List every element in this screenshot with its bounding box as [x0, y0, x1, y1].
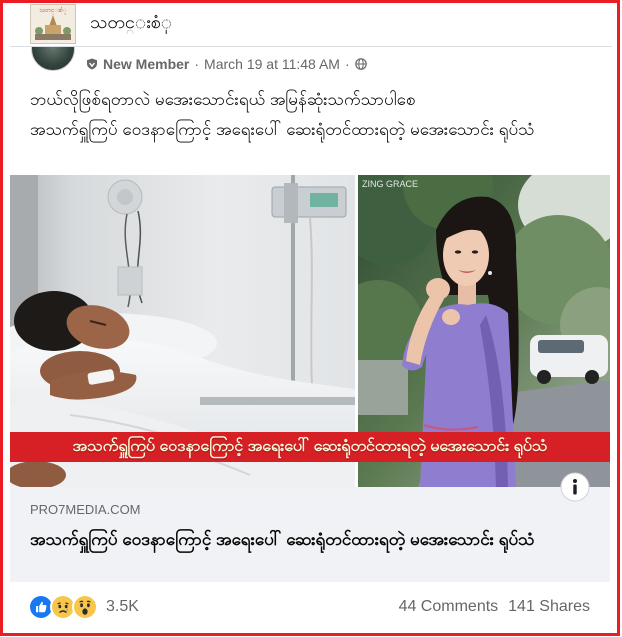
globe-icon	[354, 58, 367, 70]
post-media-link[interactable]: ZING GRACE အသက်ရှူကြပ် ဝေဒနာကြောင့် အရေး…	[10, 175, 610, 487]
car-window	[538, 340, 584, 353]
sad-icon	[52, 596, 74, 618]
author-avatar-frame	[30, 47, 76, 73]
bed-rail	[200, 397, 355, 405]
sad-icon-graphic	[52, 596, 74, 618]
logo-tree-left	[35, 27, 43, 35]
post-text-line: အသက်ရှူကြပ် ဝေဒနာကြောင့် အရေးပေါ် ဆေးရုံ…	[30, 120, 535, 139]
shares-count[interactable]: 141 Shares	[508, 597, 590, 617]
new-member-badge-icon	[87, 58, 97, 70]
page-logo-graphic: သတင္းစံု	[30, 4, 76, 44]
avatar[interactable]	[31, 47, 75, 71]
wow-icon	[74, 596, 96, 618]
like-icon	[30, 596, 52, 618]
header-divider	[10, 46, 612, 47]
reaction-count[interactable]: 3.5K	[106, 597, 139, 617]
logo-lettering: သတင္းစံု	[39, 7, 67, 15]
engagement-counts: 44 Comments 141 Shares	[399, 597, 590, 617]
link-title[interactable]: အသက်ရှူကြပ် ဝေဒနာကြောင့် အရေးပေါ် ဆေးရုံ…	[30, 528, 570, 574]
meta-separator: ·	[194, 56, 200, 72]
car-wheel	[585, 370, 599, 384]
wow-icon-graphic	[74, 596, 96, 618]
page-name[interactable]: သတင္းစံု	[90, 10, 172, 34]
new-member-badge-label: New Member	[103, 56, 190, 72]
media-caption-banner: အသက်ရှူကြပ် ဝေဒနာကြောင့် အရေးပေါ် ဆေးရုံ…	[10, 432, 610, 462]
info-icon-graphic	[560, 472, 590, 502]
logo-base	[35, 34, 71, 40]
photo-watermark: ZING GRACE	[362, 179, 418, 189]
meta-separator: ·	[344, 56, 350, 72]
post-text-line: ဘယ်လိုဖြစ်ရတာလဲ မအေးသောင်းရယ် အမြန်ဆုံးသ…	[30, 90, 416, 109]
woman-eye	[471, 250, 479, 254]
woman-earring	[488, 271, 492, 275]
wall-socket	[117, 266, 143, 296]
info-icon[interactable]	[560, 472, 590, 502]
woman-hand	[442, 309, 460, 325]
logo-tree-right	[63, 27, 71, 35]
post-timestamp[interactable]: March 19 at 11:48 AM	[204, 55, 340, 73]
reaction-icons[interactable]	[30, 596, 96, 618]
logo-pagoda-body	[45, 25, 61, 34]
comments-count[interactable]: 44 Comments	[399, 597, 499, 617]
link-domain: PRO7MEDIA.COM	[30, 502, 141, 517]
outlet-center	[117, 189, 133, 205]
background-vehicle	[358, 360, 408, 415]
like-icon-graphic	[30, 596, 52, 618]
woman-fist	[426, 278, 450, 300]
iv-pump-screen	[310, 193, 338, 207]
link-preview[interactable]: PRO7MEDIA.COM အသက်ရှူကြပ် ဝေဒနာကြောင့် အ…	[10, 487, 610, 582]
iv-clamp	[284, 183, 298, 223]
page-logo-icon[interactable]: သတင္းစံု	[30, 4, 76, 44]
post-meta: New Member · March 19 at 11:48 AM ·	[86, 55, 367, 73]
car-wheel	[537, 370, 551, 384]
woman-eye	[454, 250, 462, 254]
